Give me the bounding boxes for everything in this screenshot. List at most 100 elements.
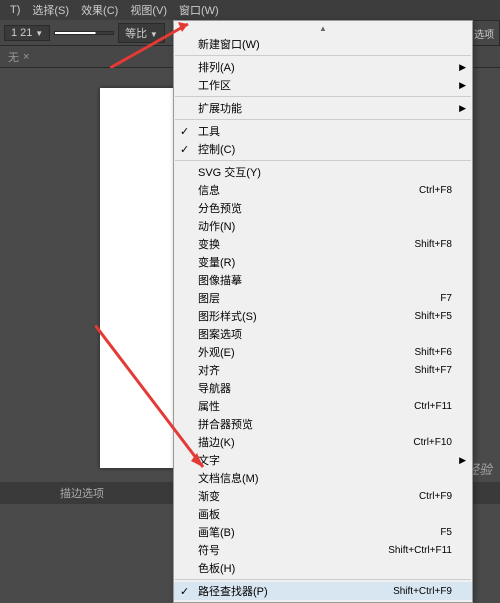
menu-item[interactable]: 图层F7 (174, 289, 472, 307)
menu-item-label: 渐变 (198, 488, 419, 504)
menu-item-label: 色板(H) (198, 560, 452, 576)
menu-item-label: 导航器 (198, 380, 452, 396)
menu-item-label: 属性 (198, 398, 414, 414)
check-icon: ✓ (180, 143, 189, 156)
menu-item[interactable]: 动作(N) (174, 217, 472, 235)
menu-item-label: 变量(R) (198, 254, 452, 270)
menu-shortcut: F7 (440, 293, 452, 304)
menu-separator (175, 119, 471, 120)
menu-item-label: 控制(C) (198, 141, 452, 157)
submenu-arrow-icon: ▶ (459, 80, 466, 91)
submenu-arrow-icon: ▶ (459, 455, 466, 466)
menu-shortcut: Ctrl+F8 (419, 185, 452, 196)
menu-item-label: 画板 (198, 506, 452, 522)
menu-item[interactable]: 符号Shift+Ctrl+F11 (174, 541, 472, 559)
menu-window[interactable]: 窗口(W) (173, 0, 225, 20)
menu-shortcut: Ctrl+F10 (413, 437, 452, 448)
menu-item[interactable]: 拼合器预览 (174, 415, 472, 433)
menu-item-label: SVG 交互(Y) (198, 164, 452, 180)
menubar: T) 选择(S) 效果(C) 视图(V) 窗口(W) (0, 0, 500, 20)
menu-item-label: 动作(N) (198, 218, 452, 234)
menu-item-label: 外观(E) (198, 344, 414, 360)
menu-item-label: 排列(A) (198, 59, 452, 75)
menu-item-label: 对齐 (198, 362, 414, 378)
menu-item[interactable]: 信息Ctrl+F8 (174, 181, 472, 199)
menu-item[interactable]: 画板 (174, 505, 472, 523)
menu-item[interactable]: 渐变Ctrl+F9 (174, 487, 472, 505)
menu-item-label: 描边(K) (198, 434, 413, 450)
menu-item[interactable]: 分色预览 (174, 199, 472, 217)
menu-item[interactable]: ✓ 工具 (174, 122, 472, 140)
menu-item[interactable]: SVG 交互(Y) (174, 163, 472, 181)
menu-item-label: 新建窗口(W) (198, 36, 452, 52)
menu-separator (175, 96, 471, 97)
menu-item[interactable]: 变量(R) (174, 253, 472, 271)
check-icon: ✓ (180, 125, 189, 138)
menu-item-label: 图案选项 (198, 326, 452, 342)
menu-item[interactable]: 图案选项 (174, 325, 472, 343)
menu-item-label: 信息 (198, 182, 419, 198)
document-tab[interactable]: 无 (8, 49, 19, 65)
menu-item-label: 工具 (198, 123, 452, 139)
menu-item[interactable]: ✓ 控制(C) (174, 140, 472, 158)
close-icon[interactable]: × (23, 51, 29, 63)
menu-item-label: 路径查找器(P) (198, 583, 393, 599)
menu-item[interactable]: 文字 ▶ (174, 451, 472, 469)
menu-separator (175, 579, 471, 580)
menu-item[interactable]: 色板(H) (174, 559, 472, 577)
menu-item[interactable]: 变换Shift+F8 (174, 235, 472, 253)
unit-dropdown[interactable]: 等比 ▼ (118, 23, 165, 43)
menu-item-label: 画笔(B) (198, 524, 440, 540)
stroke-preview[interactable] (54, 31, 114, 35)
menu-separator (175, 55, 471, 56)
menu-item[interactable]: 图形样式(S)Shift+F5 (174, 307, 472, 325)
menu-item[interactable]: 属性Ctrl+F11 (174, 397, 472, 415)
check-icon: ✓ (180, 585, 189, 598)
menu-item-label: 分色预览 (198, 200, 452, 216)
menu-item[interactable]: 导航器 (174, 379, 472, 397)
menu-item-label: 扩展功能 (198, 100, 452, 116)
menu-item-label: 工作区 (198, 77, 452, 93)
menu-shortcut: Ctrl+F9 (419, 491, 452, 502)
menu-shortcut: Shift+Ctrl+F11 (388, 545, 452, 556)
menu-item-label: 符号 (198, 542, 388, 558)
menu-shortcut: Shift+F7 (414, 365, 452, 376)
menu-item[interactable]: 画笔(B)F5 (174, 523, 472, 541)
menu-item[interactable]: 工作区 ▶ (174, 76, 472, 94)
menu-select[interactable]: 选择(S) (26, 0, 75, 20)
menu-shortcut: Shift+F6 (414, 347, 452, 358)
menu-item-label: 变换 (198, 236, 414, 252)
menu-item[interactable]: 新建窗口(W) (174, 35, 472, 53)
menu-item-label: 拼合器预览 (198, 416, 452, 432)
menu-item[interactable]: 对齐Shift+F7 (174, 361, 472, 379)
menu-effect[interactable]: 效果(C) (75, 0, 124, 20)
menu-t[interactable]: T) (4, 2, 26, 18)
menu-shortcut: Shift+F5 (414, 311, 452, 322)
chevron-down-icon: ▼ (150, 30, 158, 39)
submenu-arrow-icon: ▶ (459, 62, 466, 73)
zoom-field[interactable]: 1 21 ▼ (4, 25, 50, 41)
window-menu-dropdown: ▲ 新建窗口(W) 排列(A) ▶ 工作区 ▶ 扩展功能 ▶ ✓ 工具 ✓ 控制(C) SVG 交互(… (173, 20, 473, 603)
menu-item-label: 图形样式(S) (198, 308, 414, 324)
menu-item[interactable]: 扩展功能 ▶ (174, 99, 472, 117)
menu-view[interactable]: 视图(V) (124, 0, 173, 20)
chevron-down-icon: ▼ (35, 29, 43, 38)
menu-item-label: 文档信息(M) (198, 470, 452, 486)
menu-item[interactable]: ✓ 路径查找器(P)Shift+Ctrl+F9 (174, 582, 472, 600)
menu-item[interactable]: 文档信息(M) (174, 469, 472, 487)
menu-shortcut: Shift+Ctrl+F9 (393, 586, 452, 597)
menu-shortcut: Ctrl+F11 (414, 401, 452, 412)
menu-item-label: 文字 (198, 452, 452, 468)
menu-item[interactable]: 描边(K)Ctrl+F10 (174, 433, 472, 451)
menu-shortcut: Shift+F8 (414, 239, 452, 250)
submenu-arrow-icon: ▶ (459, 103, 466, 114)
menu-shortcut: F5 (440, 527, 452, 538)
menu-separator (175, 160, 471, 161)
menu-item[interactable]: 外观(E)Shift+F6 (174, 343, 472, 361)
scroll-up-icon[interactable]: ▲ (174, 23, 472, 35)
status-hint: 描边选项 (60, 485, 104, 501)
menu-item[interactable]: 排列(A) ▶ (174, 58, 472, 76)
menu-item[interactable]: 图像描摹 (174, 271, 472, 289)
menu-item-label: 图层 (198, 290, 440, 306)
menu-item-label: 图像描摹 (198, 272, 452, 288)
